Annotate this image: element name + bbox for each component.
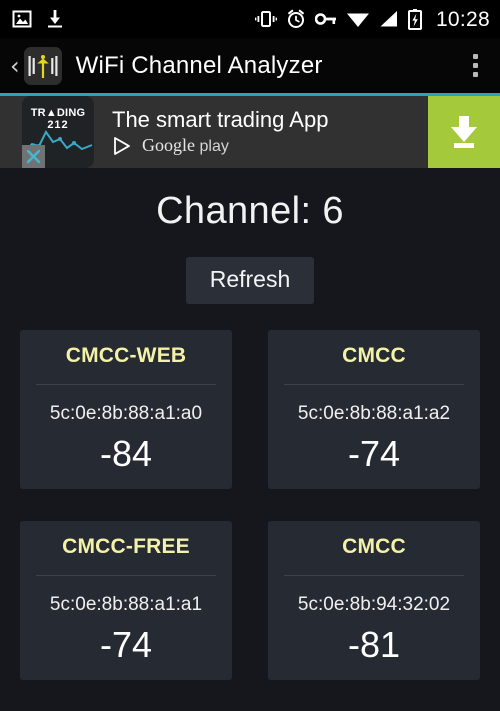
download-icon [48,10,62,28]
card-divider [36,384,216,385]
network-mac-address: 5c:0e:8b:88:a1:a2 [297,403,451,424]
page-title: WiFi Channel Analyzer [75,51,323,79]
network-ssid: CMCC-WEB [65,344,187,367]
google-play-icon [114,137,130,155]
ad-close-button[interactable] [22,145,45,168]
ad-text-block: The smart trading App Google play [94,96,428,168]
network-mac-address: 5c:0e:8b:88:a1:a0 [49,403,203,424]
wifi-icon [346,13,369,27]
back-chevron-icon[interactable]: ‹ [6,54,22,78]
ad-banner[interactable]: TR▲DING 212 The smart trading App Google… [0,96,500,168]
image-icon [12,10,32,28]
refresh-button[interactable]: Refresh [185,257,315,304]
refresh-button-row: Refresh [0,257,500,304]
network-mac-address: 5c:0e:8b:94:32:02 [297,593,451,615]
status-bar-clock: 10:28 [435,7,490,31]
card-divider [284,574,464,576]
status-bar: 10:28 [0,0,500,38]
channel-heading: Channel: 6 [156,190,344,232]
google-play-badge: Google play [112,135,428,157]
network-card[interactable]: CMCC 5c:0e:8b:88:a1:a2 -74 [268,330,480,489]
status-bar-right-icons: 10:28 [254,7,490,31]
ad-install-button[interactable] [428,96,500,168]
advertiser-logo-line1: TR▲DING [30,107,86,119]
close-icon [26,149,41,164]
wifi-channel-analyzer-app: 10:28 ‹ WiFi Channel Analyzer TR▲DING 21… [0,0,500,711]
card-divider [36,574,216,576]
network-ssid: CMCC [342,344,406,367]
network-card[interactable]: CMCC-FREE 5c:0e:8b:88:a1:a1 -74 [20,520,232,680]
alarm-clock-icon [287,9,304,28]
advertiser-logo-text: TR▲DING 212 [22,107,94,131]
card-divider [284,384,464,385]
battery-charging-icon [407,8,422,30]
network-mac-address: 5c:0e:8b:88:a1:a1 [49,593,203,615]
network-signal-level: -74 [347,433,401,474]
download-icon [451,116,477,148]
status-bar-left-icons [12,9,64,29]
network-signal-level: -81 [347,623,401,665]
network-signal-level: -74 [99,623,153,665]
network-ssid: CMCC [342,534,406,558]
ad-headline: The smart trading App [112,107,329,132]
network-card[interactable]: CMCC-WEB 5c:0e:8b:88:a1:a0 -84 [20,330,232,489]
overflow-menu-icon[interactable] [464,51,486,81]
network-signal-level: -84 [99,433,153,474]
network-card-grid: CMCC-WEB 5c:0e:8b:88:a1:a0 -84 CMCC 5c:0… [0,330,500,680]
main-content: Channel: 6 Refresh CMCC-WEB 5c:0e:8b:88:… [0,168,500,711]
cellular-signal-icon [380,11,397,27]
google-play-label: Google play [142,135,229,155]
vibrate-icon [254,11,277,27]
advertiser-logo-line2: 212 [47,119,69,131]
network-ssid: CMCC-FREE [62,534,190,558]
wifi-analyzer-app-icon [23,46,62,85]
network-card[interactable]: CMCC 5c:0e:8b:94:32:02 -81 [268,520,480,680]
vpn-key-icon [314,13,336,25]
action-bar: ‹ WiFi Channel Analyzer [0,38,500,96]
